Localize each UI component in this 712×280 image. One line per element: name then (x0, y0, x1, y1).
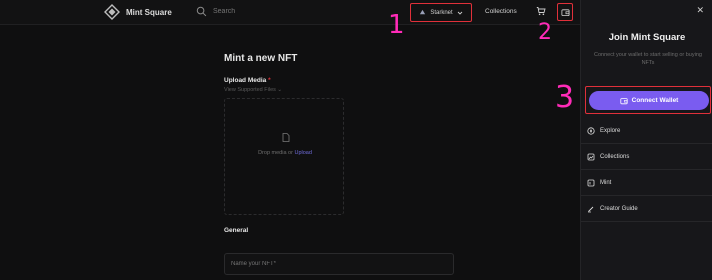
file-icon (282, 133, 290, 142)
search-icon (196, 6, 207, 17)
drawer-title: Join Mint Square (608, 32, 686, 43)
close-icon[interactable]: ✕ (696, 5, 704, 16)
menu-item-creator-guide[interactable]: Creator Guide (581, 196, 712, 222)
collections-icon (587, 153, 595, 160)
wallet-icon (560, 8, 570, 16)
mint-icon (587, 179, 595, 186)
network-label: Starknet (430, 9, 453, 16)
general-section-label: General (224, 227, 249, 234)
wallet-drawer: ✕ Join Mint Square Connect your wallet t… (580, 0, 712, 280)
starknet-icon (420, 9, 426, 15)
wallet-button[interactable] (557, 3, 573, 21)
mint-form-area: Mint a new NFT Upload Media * View Suppo… (0, 25, 580, 280)
required-mark: * (268, 77, 271, 84)
menu-item-mint[interactable]: Mint (581, 170, 712, 196)
compass-icon (587, 126, 595, 135)
logo-link[interactable]: Mint Square (104, 4, 172, 20)
media-dropzone[interactable]: Drop media or Upload (224, 98, 344, 215)
drawer-subtitle: Connect your wallet to start selling or … (594, 52, 702, 66)
pen-icon (588, 206, 594, 212)
connect-wallet-label: Connect Wallet (631, 97, 679, 104)
page-title: Mint a new NFT (224, 53, 298, 64)
dropzone-text: Drop media or Upload (258, 150, 312, 156)
menu-item-explore[interactable]: Explore (581, 118, 712, 144)
nft-name-input[interactable] (224, 253, 454, 275)
mint-square-logo-icon (104, 4, 120, 20)
top-navbar: Mint Square Starknet Collections (0, 0, 580, 25)
chevron-down-icon (457, 11, 462, 15)
supported-files-link[interactable]: View Supported Files ⌄ (224, 87, 282, 93)
nav-collections-link[interactable]: Collections (485, 8, 517, 15)
annotation-2: 2 (538, 20, 552, 45)
menu-item-collections[interactable]: Collections (581, 144, 712, 170)
wallet-icon (620, 97, 628, 104)
drawer-menu: Explore Collections Mint Creator Guide (581, 118, 712, 222)
upload-media-label: Upload Media * (224, 77, 271, 84)
search-bar[interactable] (196, 6, 333, 17)
connect-wallet-button[interactable]: Connect Wallet (589, 91, 709, 110)
search-input[interactable] (213, 8, 333, 15)
upload-link[interactable]: Upload (294, 150, 311, 156)
annotation-3: 3 (555, 80, 575, 115)
cart-icon[interactable] (536, 6, 546, 16)
brand-name: Mint Square (126, 7, 172, 17)
network-selector[interactable]: Starknet (410, 3, 472, 22)
annotation-1: 1 (388, 10, 405, 40)
